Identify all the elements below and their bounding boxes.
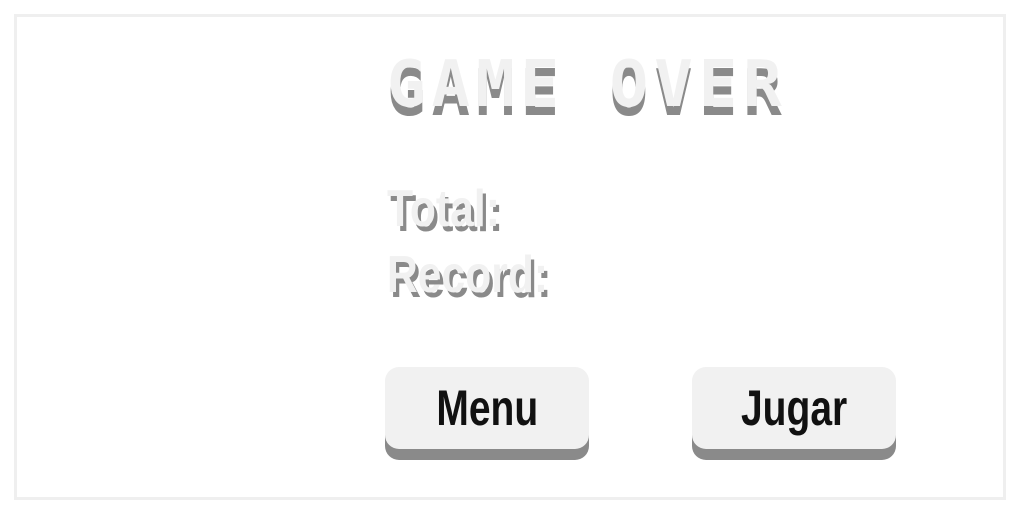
total-score-label: Total: xyxy=(387,180,500,238)
play-again-button-label: Jugar xyxy=(740,380,848,436)
game-over-title: GAME OVER xyxy=(387,48,788,122)
game-over-panel: GAME OVER Total: Record: Menu Jugar xyxy=(14,14,1006,500)
play-again-button[interactable]: Jugar xyxy=(692,367,896,449)
menu-button[interactable]: Menu xyxy=(385,367,589,449)
menu-button-label: Menu xyxy=(436,380,538,436)
record-score-label: Record: xyxy=(387,246,549,304)
